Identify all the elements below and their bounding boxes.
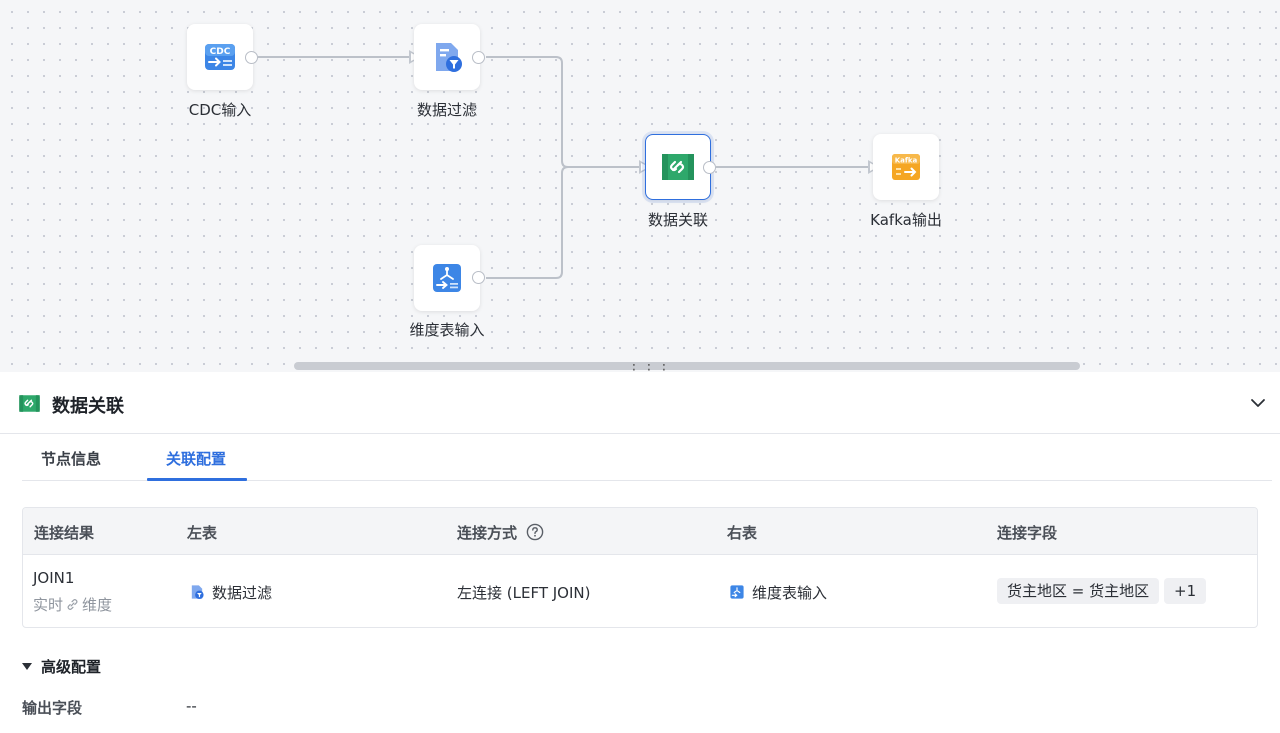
join-table: 连接结果 左表 连接方式 右表 连接字段 JOIN1 实时 维度 数据过滤 左连… (22, 507, 1258, 628)
panel-header: 数据关联 (0, 372, 1280, 434)
config-tabs: 节点信息 关联配置 (22, 434, 1272, 481)
join-table-header: 连接结果 左表 连接方式 右表 连接字段 (23, 508, 1257, 555)
dimension-table-input-icon (433, 264, 461, 292)
data-filter-icon (436, 43, 462, 72)
panel-title: 数据关联 (52, 396, 124, 417)
filter-output-port[interactable] (472, 51, 485, 64)
join-type-value: 左连接 (LEFT JOIN) (457, 584, 591, 602)
node-label-kafka: Kafka输出 (870, 211, 942, 229)
cdc-icon-text: CDC (210, 47, 231, 57)
header-left-table: 左表 (187, 524, 218, 542)
dimension-table-input-icon (730, 585, 744, 599)
node-dimension-table-input[interactable] (414, 245, 480, 311)
kafka-output-icon: Kafka (892, 154, 920, 180)
header-join-type-label: 连接方式 (457, 524, 518, 542)
canvas-horizontal-scrollbar[interactable] (294, 362, 1080, 370)
flow-canvas[interactable]: CDC CDC输入 数据过滤 数据关联 Kafka Kafka输出 维度表输入 … (0, 0, 1280, 372)
active-tab-indicator (147, 478, 247, 481)
panel-resize-handle[interactable]: ⋮⋮⋮ (627, 363, 672, 372)
node-label-cdc: CDC输入 (188, 101, 252, 119)
join-result-mode-left: 实时 (33, 596, 64, 614)
edge-filter-to-join (486, 56, 640, 168)
data-join-icon (662, 154, 694, 180)
output-fields-label: 输出字段 (22, 699, 83, 717)
node-label-dimension: 维度表输入 (409, 321, 485, 339)
join-field-more-tag[interactable]: +1 (1164, 578, 1207, 604)
header-right-table: 右表 (727, 524, 758, 542)
data-join-icon (19, 395, 40, 412)
join-result-mode: 实时 维度 (33, 594, 112, 615)
node-data-join[interactable] (645, 134, 711, 200)
node-data-filter[interactable] (414, 24, 480, 90)
join-result-name: JOIN1 (33, 569, 75, 587)
join-field-tag: 货主地区 = 货主地区 (997, 578, 1160, 604)
chevron-down-icon[interactable] (1249, 394, 1267, 412)
tab-join-config[interactable]: 关联配置 (166, 448, 226, 469)
left-table-name: 数据过滤 (212, 584, 273, 602)
advanced-config-label: 高级配置 (41, 658, 102, 676)
caret-down-icon (22, 663, 32, 670)
cdc-input-icon: CDC (205, 44, 235, 70)
join-output-port[interactable] (703, 161, 716, 174)
join-result-mode-right: 维度 (82, 596, 113, 614)
cdc-output-port[interactable] (245, 51, 258, 64)
right-table-name: 维度表输入 (752, 584, 828, 602)
left-table-cell: 数据过滤 (189, 582, 272, 603)
tab-node-info[interactable]: 节点信息 (41, 448, 101, 469)
node-config-panel: 数据关联 节点信息 关联配置 连接结果 左表 连接方式 右表 连接字段 JOIN… (0, 372, 1280, 733)
advanced-config-toggle[interactable]: 高级配置 (22, 656, 101, 677)
header-join-type: 连接方式 (457, 522, 544, 543)
output-fields-value: -- (186, 697, 197, 715)
node-kafka-output[interactable]: Kafka (873, 134, 939, 200)
header-join-result: 连接结果 (34, 524, 95, 542)
node-label-filter: 数据过滤 (416, 101, 478, 119)
kafka-icon-text: Kafka (895, 157, 918, 165)
edge-dim-to-join (486, 166, 569, 279)
right-table-cell: 维度表输入 (729, 582, 827, 603)
help-icon[interactable] (526, 523, 544, 541)
dimension-output-port[interactable] (472, 271, 485, 284)
data-filter-icon (191, 585, 204, 600)
node-cdc-input[interactable]: CDC (187, 24, 253, 90)
header-join-fields: 连接字段 (997, 524, 1058, 542)
node-label-join: 数据关联 (647, 211, 709, 229)
link-icon (67, 599, 78, 610)
